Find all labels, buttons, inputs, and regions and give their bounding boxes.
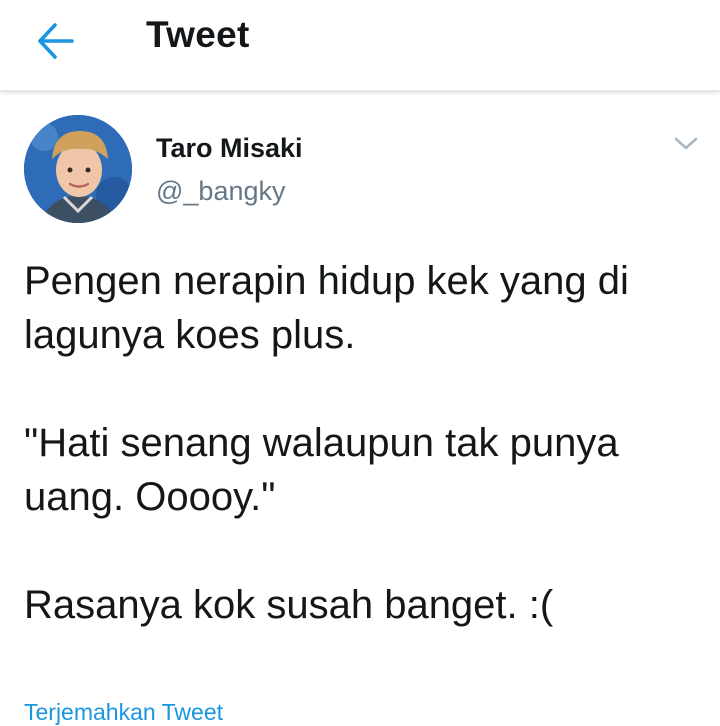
page-title: Tweet bbox=[146, 14, 250, 55]
tweet-menu-button[interactable] bbox=[672, 134, 700, 154]
author-display-name[interactable]: Taro Misaki bbox=[156, 133, 303, 164]
tweet-text-line: lagunya koes plus. bbox=[24, 313, 356, 357]
top-app-bar: Tweet bbox=[0, 0, 720, 91]
tweet-text-line: uang. Ooooy." bbox=[24, 475, 276, 519]
translate-tweet-link[interactable]: Terjemahkan Tweet bbox=[24, 699, 223, 726]
chevron-down-icon bbox=[674, 137, 698, 150]
tweet-text-line: Pengen nerapin hidup kek yang di bbox=[24, 259, 629, 303]
avatar[interactable] bbox=[24, 115, 132, 223]
author-handle[interactable]: @_bangky bbox=[156, 176, 286, 207]
back-button[interactable] bbox=[30, 20, 90, 64]
tweet-text-line: "Hati senang walaupun tak punya bbox=[24, 421, 619, 465]
tweet-text: Pengen nerapin hidup kek yang di lagunya… bbox=[24, 254, 704, 632]
tweet-text-line: Rasanya kok susah banget. :( bbox=[24, 583, 554, 627]
arrow-left-icon bbox=[38, 23, 74, 59]
